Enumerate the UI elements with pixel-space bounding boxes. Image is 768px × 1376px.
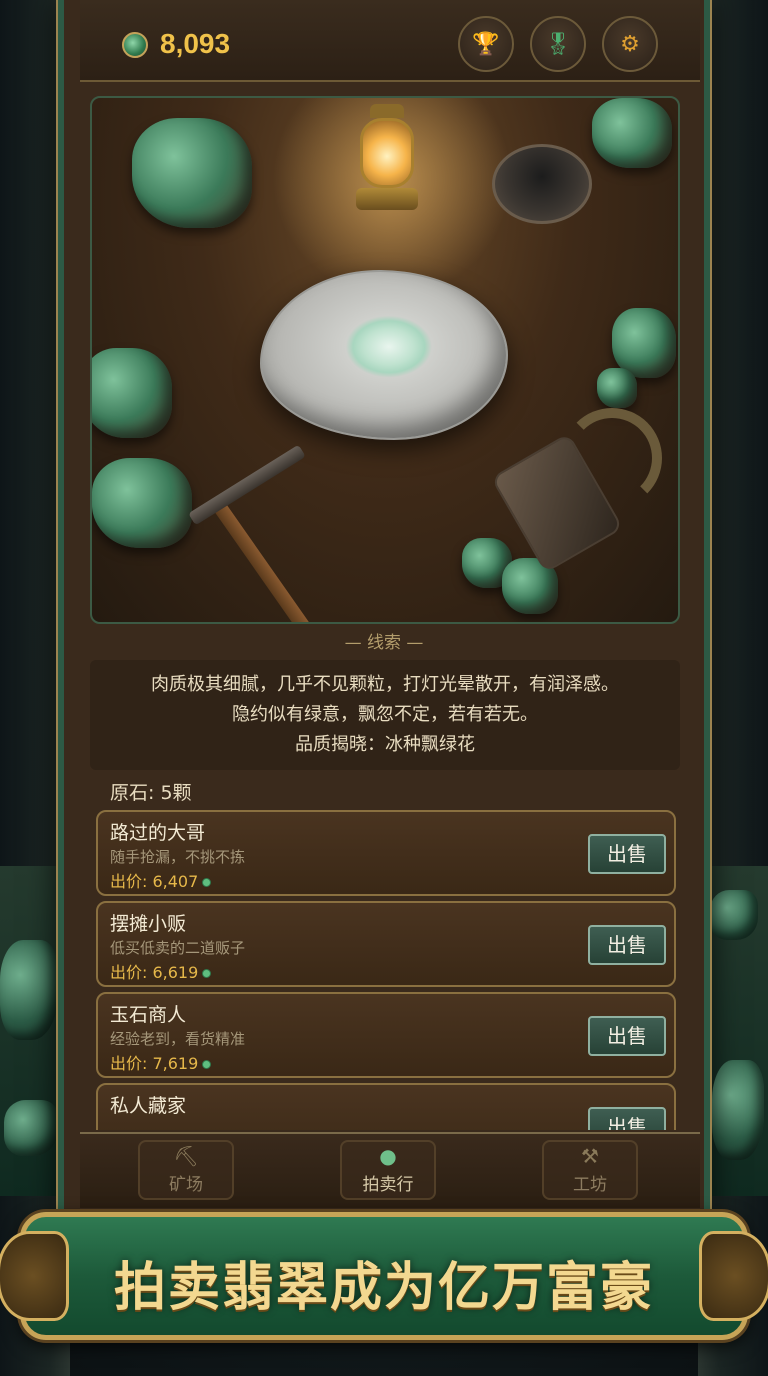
trophy-button[interactable]: 🏆 [458, 16, 514, 72]
buyer-name: 玉石商人 [110, 1004, 187, 1026]
top-bar: 8,093 🏆 🎖 ⚙ [80, 0, 700, 82]
clue-box: 肉质极其细腻，几乎不见颗粒，打灯光晕散开，有润泽感。 隐约似有绿意，飘忽不定，若… [90, 660, 680, 770]
jade-rock [92, 458, 192, 548]
sell-button[interactable]: 出售 [588, 834, 666, 874]
side-jade-rock [710, 890, 758, 940]
buyer-list[interactable]: 路过的大哥 随手抢漏，不挑不拣 出价: 6,407 出售 摆摊小贩 低买低卖的二… [84, 810, 688, 1130]
trophy-icon: 🏆 [472, 31, 500, 57]
coin-icon [122, 32, 148, 58]
nav-tab-mine[interactable]: ⛏ 矿场 [138, 1140, 234, 1200]
game-frame: 8,093 🏆 🎖 ⚙ — 线索 — 肉质极其细腻，几乎不见颗粒，打灯光晕散开，… [58, 0, 710, 1230]
jade-gem-icon: ● [379, 1144, 397, 1168]
banner-slogan: 拍卖翡翠成为亿万富豪 [113, 1257, 654, 1318]
achievements-button[interactable]: 🎖 [530, 16, 586, 72]
nav-label: 工坊 [573, 1175, 607, 1195]
buyer-card: 玉石商人 经验老到，看货精准 出价: 7,619 出售 [96, 992, 676, 1078]
nav-label: 拍卖行 [362, 1175, 414, 1195]
medal-icon: 🎖 [544, 31, 572, 57]
buyer-offer: 出价: 6,407 [110, 868, 212, 892]
buyer-card: 路过的大哥 随手抢漏，不挑不拣 出价: 6,407 出售 [96, 810, 676, 896]
bottom-nav: ⛏ 矿场 ● 拍卖行 ⚒ 工坊 [80, 1132, 700, 1208]
nav-tab-auction[interactable]: ● 拍卖行 [340, 1140, 436, 1200]
jade-rock [132, 118, 252, 228]
nav-tab-workshop[interactable]: ⚒ 工坊 [542, 1140, 638, 1200]
raw-jade-stone[interactable] [260, 270, 508, 440]
buyer-desc: 经验老到，看货精准 [110, 1030, 246, 1048]
buyer-offer: 出价: 7,619 [110, 1050, 212, 1074]
side-jade-rock [4, 1100, 58, 1156]
stone-count: 原石: 5颗 [110, 782, 192, 804]
sell-button[interactable]: 出售 [588, 925, 666, 965]
quality-reveal: 品质揭晓：冰种飘绿花 [295, 734, 475, 755]
stone-inspection-scene[interactable] [90, 96, 680, 624]
pickaxe-icon [188, 444, 306, 526]
sell-button[interactable]: 出售 [588, 1016, 666, 1056]
nav-label: 矿场 [169, 1175, 203, 1195]
gem-icon [202, 969, 212, 978]
buyer-desc: 随手抢漏，不挑不拣 [110, 848, 246, 866]
pickaxe-handle [210, 498, 320, 622]
buyer-price: 出价: 7,619 [110, 1054, 199, 1073]
buyer-offer: 出价: 6,619 [110, 959, 212, 983]
clue-line: 肉质极其细腻，几乎不见颗粒，打灯光晕散开，有润泽感。 [151, 674, 619, 695]
bowl-icon [492, 144, 592, 224]
promo-banner: 拍卖翡翠成为亿万富豪 [0, 1212, 768, 1340]
buyer-card: 摆摊小贩 低买低卖的二道贩子 出价: 6,619 出售 [96, 901, 676, 987]
side-jade-rock [0, 940, 58, 1040]
coin-balance: 8,093 [160, 28, 231, 59]
gem-icon [202, 1060, 212, 1069]
gear-icon: ⚙ [620, 31, 640, 57]
lantern-icon [352, 104, 422, 214]
pickaxe-icon: ⛏ [173, 1144, 199, 1168]
buyer-price: 出价: 6,407 [110, 872, 199, 891]
buyer-card: 私人藏家 出售 [96, 1083, 676, 1130]
settings-button[interactable]: ⚙ [602, 16, 658, 72]
buyer-name: 私人藏家 [110, 1095, 187, 1117]
clue-line: 隐约似有绿意，飘忽不定，若有若无。 [232, 704, 538, 725]
gem-icon [202, 878, 212, 887]
buyer-desc: 低买低卖的二道贩子 [110, 939, 246, 957]
jade-rock [92, 348, 172, 438]
clue-title: — 线索 — [344, 633, 424, 653]
jade-rock [597, 368, 637, 408]
jade-rock [592, 98, 672, 168]
grinder-icon: ⚒ [581, 1144, 599, 1168]
buyer-name: 摆摊小贩 [110, 913, 187, 935]
buyer-name: 路过的大哥 [110, 822, 206, 844]
side-jade-pendant [712, 1060, 764, 1160]
sell-button[interactable]: 出售 [588, 1107, 666, 1130]
buyer-price: 出价: 6,619 [110, 963, 199, 982]
